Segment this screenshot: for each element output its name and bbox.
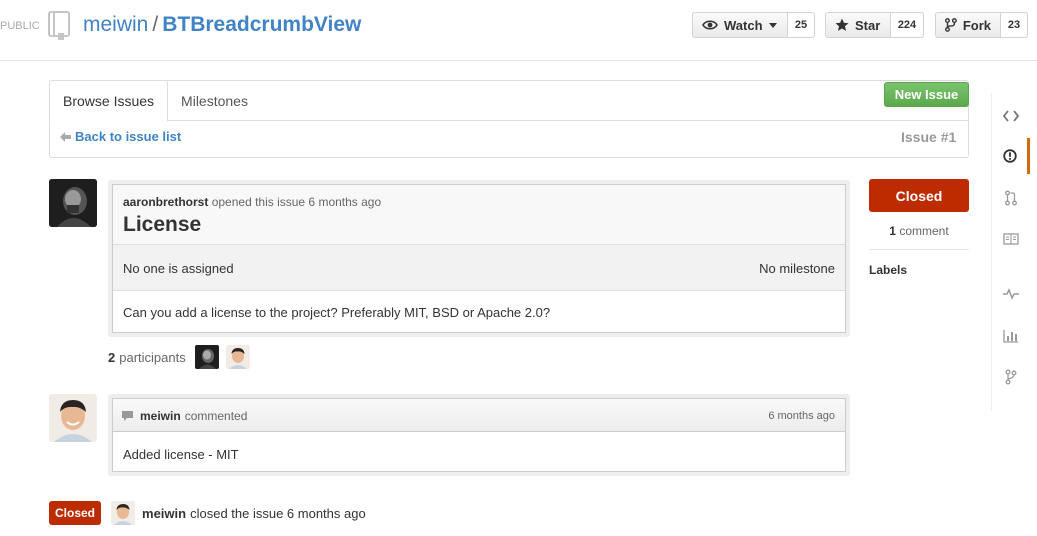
comment-author-line: meiwin commented (121, 409, 247, 423)
comment-time[interactable]: 6 months ago (768, 410, 835, 422)
author-avatar-image (49, 179, 97, 227)
nav-pull-requests[interactable] (992, 180, 1030, 216)
chevron-down-icon (768, 22, 777, 28)
tab-browse-issues[interactable]: Browse Issues (49, 80, 169, 121)
eye-icon (702, 20, 718, 30)
comment-action: commented (184, 409, 248, 423)
comment-bubble-icon (122, 411, 133, 421)
participant-avatar[interactable] (225, 345, 250, 369)
issue-opener: aaronbrethorst opened this issue 6 month… (108, 180, 850, 337)
fork-group: Fork 23 (935, 12, 1028, 38)
avatar[interactable] (49, 179, 97, 227)
issue-icon (1002, 149, 1017, 163)
back-label: Back to issue list (75, 129, 182, 144)
nav-wiki[interactable] (992, 221, 1030, 257)
repo-name-link[interactable]: BTBreadcrumbView (162, 13, 361, 36)
repo-title: meiwin / BTBreadcrumbView (83, 13, 361, 37)
author-link[interactable]: aaronbrethorst (123, 195, 208, 209)
watch-group: Watch 25 (692, 12, 815, 38)
back-to-issue-list-link[interactable]: Back to issue list (60, 129, 181, 144)
issue-state-badge: Closed (869, 179, 969, 212)
branch-icon (1005, 369, 1017, 385)
comment: meiwin commented 6 months ago Added lice… (108, 394, 850, 476)
participant-avatar-image (225, 345, 250, 369)
commenter-avatar-image (49, 394, 97, 442)
nav-graphs[interactable] (992, 318, 1030, 354)
comment-count-label: comment (899, 224, 949, 238)
labels-heading: Labels (869, 263, 908, 277)
participant-avatar-image (194, 345, 219, 369)
watch-label: Watch (724, 17, 763, 33)
comment-header: meiwin commented 6 months ago (113, 399, 845, 432)
new-issue-button[interactable]: New Issue (884, 82, 969, 107)
tab-divider (167, 120, 968, 121)
comment-count: 1 comment (869, 224, 969, 238)
issue-header: aaronbrethorst opened this issue 6 month… (113, 185, 845, 245)
repo-separator: / (152, 13, 159, 36)
issues-tabs: Browse Issues Milestones (49, 80, 261, 121)
visibility-label: PUBLIC (0, 20, 40, 32)
nav-pulse[interactable] (992, 276, 1030, 312)
repo-header: PUBLIC meiwin / BTBreadcrumbView Watch 25 … (0, 0, 1037, 61)
star-group: Star 224 (825, 12, 924, 38)
nav-network[interactable] (992, 359, 1030, 395)
milestone-text[interactable]: No milestone (759, 261, 835, 276)
star-count[interactable]: 224 (891, 12, 924, 38)
code-icon (1003, 110, 1019, 122)
event-actor-link[interactable]: meiwin (142, 506, 186, 521)
comment-body: Added license - MIT (123, 447, 239, 462)
nav-issues[interactable] (992, 138, 1030, 174)
issues-nav-box: Browse Issues Milestones (49, 80, 969, 158)
issue-body: Can you add a license to the project? Pr… (123, 305, 551, 320)
sidebar-divider (869, 249, 969, 250)
avatar[interactable] (49, 394, 97, 442)
event-actor-avatar-image (111, 501, 136, 525)
graph-icon (1003, 330, 1018, 343)
participant-avatar[interactable] (194, 345, 219, 369)
star-button[interactable]: Star (825, 12, 891, 38)
issue-number: Issue #1 (901, 129, 957, 145)
participants-count: 2 (108, 349, 116, 365)
participants-label: participants (119, 349, 186, 365)
issue-infobar: No one is assigned No milestone (113, 245, 845, 291)
watch-button[interactable]: Watch (692, 12, 788, 38)
event-text: closed the issue 6 months ago (190, 505, 366, 521)
fork-label: Fork (962, 17, 991, 33)
issue-title: License (123, 213, 202, 236)
event-actor-avatar[interactable] (111, 501, 136, 525)
fork-icon (945, 18, 957, 32)
closed-event-badge: Closed (49, 501, 102, 525)
watch-count[interactable]: 25 (788, 12, 815, 38)
comment-count-number: 1 (889, 224, 896, 238)
star-label: Star (855, 17, 881, 33)
fork-button[interactable]: Fork (935, 12, 1001, 38)
pulse-icon (1003, 288, 1019, 300)
nav-code[interactable] (992, 98, 1030, 134)
pull-request-icon (1005, 190, 1017, 206)
participants: 2 participants (108, 345, 250, 369)
repo-side-nav (991, 93, 1037, 411)
opened-text: opened this issue 6 months ago (211, 195, 382, 209)
star-icon (835, 18, 849, 31)
close-event: Closed meiwin closed the issue 6 months a… (49, 501, 366, 525)
event-text-line: meiwin closed the issue 6 months ago (142, 506, 366, 521)
fork-count[interactable]: 23 (1001, 12, 1028, 38)
arrow-left-icon (60, 131, 71, 142)
assignee-text[interactable]: No one is assigned (123, 261, 234, 276)
repo-owner-link[interactable]: meiwin (83, 13, 148, 36)
tab-milestones[interactable]: Milestones (168, 80, 261, 121)
comment-author-link[interactable]: meiwin (140, 409, 181, 423)
repo-book-icon (48, 11, 70, 40)
wiki-book-icon (1003, 233, 1019, 245)
issue-meta: aaronbrethorst opened this issue 6 month… (123, 195, 381, 209)
